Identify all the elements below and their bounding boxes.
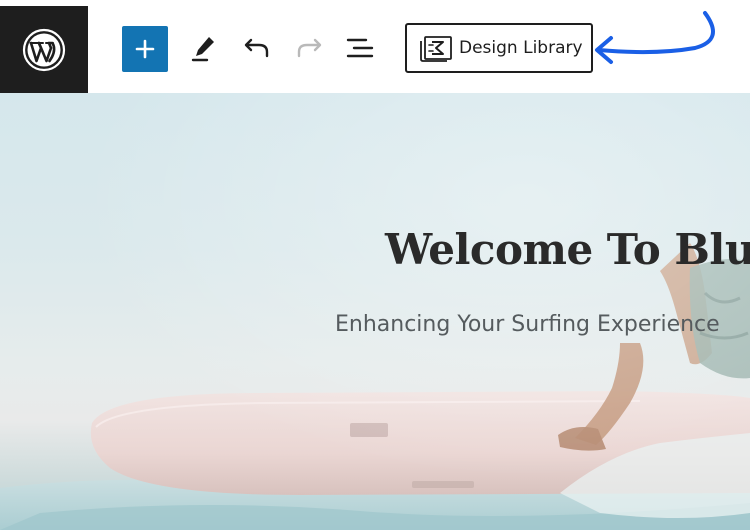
redo-icon xyxy=(297,38,322,58)
design-library-button[interactable]: Design Library xyxy=(405,23,593,73)
plus-icon xyxy=(135,39,155,59)
hero-title[interactable]: Welcome To BlueV xyxy=(385,225,750,274)
redo-button[interactable] xyxy=(289,28,329,68)
hero-subtitle[interactable]: Enhancing Your Surfing Experience xyxy=(335,312,720,337)
wordpress-logo-icon xyxy=(22,28,66,71)
list-view-icon xyxy=(346,38,374,58)
edit-tool-button[interactable] xyxy=(184,28,224,68)
annotation-arrow-icon xyxy=(595,11,715,64)
editor-screenshot: Welcome To BlueV Enhancing Your Surfing … xyxy=(0,0,750,530)
hero-section[interactable]: Welcome To BlueV Enhancing Your Surfing … xyxy=(0,93,750,530)
add-block-button[interactable] xyxy=(122,26,168,72)
editor-toolbar: Design Library xyxy=(0,0,750,93)
design-library-label: Design Library xyxy=(459,38,583,58)
pencil-icon xyxy=(191,37,214,62)
undo-icon xyxy=(244,38,269,58)
list-view-button[interactable] xyxy=(340,28,380,68)
wordpress-logo-button[interactable] xyxy=(0,6,88,93)
design-library-icon xyxy=(419,34,453,62)
undo-button[interactable] xyxy=(237,28,277,68)
